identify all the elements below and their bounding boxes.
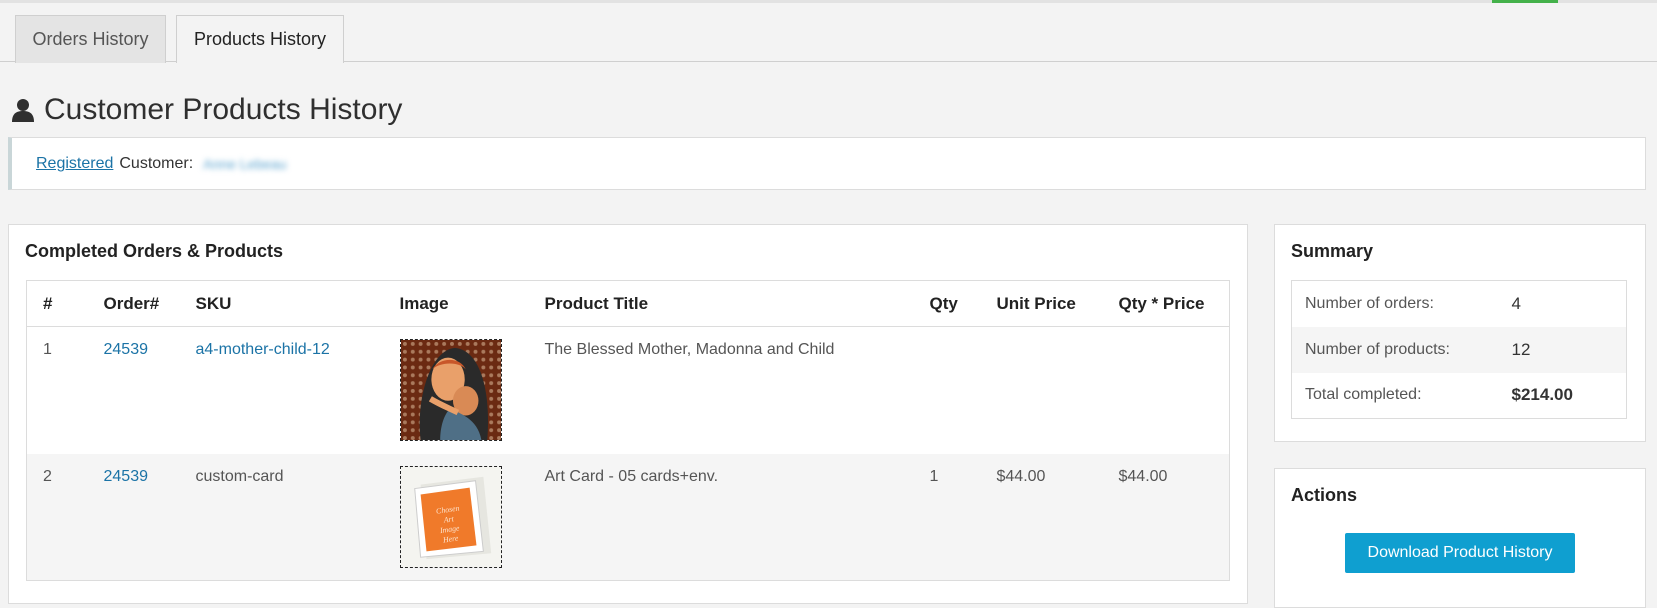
download-product-history-button[interactable]: Download Product History (1345, 533, 1575, 573)
summary-value: 12 (1501, 326, 1627, 373)
order-link[interactable]: 24539 (104, 341, 149, 358)
sku-text: custom-card (179, 453, 384, 581)
qty: 1 (913, 453, 981, 581)
customer-name-link[interactable]: Anne Lebeau (203, 156, 286, 172)
orders-table: # Order# SKU Image Product Title Qty Uni… (26, 280, 1230, 581)
product-title: Art Card - 05 cards+env. (528, 453, 914, 581)
actions-panel: Actions Download Product History (1274, 468, 1646, 608)
madonna-art-thumbnail[interactable] (399, 339, 502, 441)
user-icon (12, 99, 34, 122)
summary-value: 4 (1511, 293, 1521, 313)
panel-title: Summary (1291, 241, 1374, 261)
table-row: 1 24539 a4-mother-child-12 The Blessed M… (27, 327, 1230, 454)
tab-bar: Orders History Products History (0, 0, 1657, 63)
column-header: # (26, 280, 88, 327)
row-number: 1 (43, 341, 52, 358)
panel-title: Completed Orders & Products (25, 241, 284, 261)
sku-link[interactable]: a4-mother-child-12 (196, 341, 330, 358)
summary-row: Number of products: 12 (1291, 326, 1627, 373)
order-link[interactable]: 24539 (104, 468, 149, 485)
panel-title: Actions (1291, 485, 1358, 505)
table-row: 2 24539 custom-card Chosen Art Image Her… (26, 453, 1230, 581)
summary-table: Number of orders: 4 Number of products: … (1291, 280, 1627, 419)
qty (914, 327, 981, 454)
column-header: Order# (87, 280, 180, 327)
unit-price (981, 327, 1103, 454)
tab-products-history[interactable]: Products History (176, 15, 344, 63)
column-header: Image (383, 280, 529, 327)
line-total: $44.00 (1102, 453, 1230, 581)
summary-label: Number of orders: (1305, 294, 1434, 312)
art-card-thumbnail[interactable]: Chosen Art Image Here (399, 465, 502, 568)
svg-text:Art: Art (442, 514, 455, 525)
page-title: Customer Products History (12, 88, 402, 132)
line-total (1103, 327, 1230, 454)
tab-orders-history[interactable]: Orders History (15, 15, 166, 63)
customer-label: Customer: (119, 154, 194, 172)
column-header: Product Title (528, 280, 914, 327)
summary-row: Total completed: $214.00 (1292, 373, 1627, 419)
summary-label: Total completed: (1305, 386, 1422, 404)
column-header: Qty (913, 280, 981, 327)
summary-label: Number of products: (1291, 326, 1502, 373)
completed-orders-panel: Completed Orders & Products # Order# SKU… (8, 224, 1248, 604)
table-header-row: # Order# SKU Image Product Title Qty Uni… (26, 280, 1230, 327)
row-number: 2 (26, 453, 88, 581)
summary-panel: Summary Number of orders: 4 Number of pr… (1274, 224, 1646, 442)
unit-price: $44.00 (980, 453, 1103, 581)
summary-total-value: $214.00 (1511, 385, 1573, 405)
column-header: SKU (179, 280, 384, 327)
summary-row: Number of orders: 4 (1292, 281, 1627, 327)
registered-link[interactable]: Registered (36, 155, 113, 173)
product-title: The Blessed Mother, Madonna and Child (544, 341, 835, 358)
page-title-text: Customer Products History (44, 93, 403, 126)
column-header: Qty * Price (1102, 280, 1230, 327)
customer-notice: Registered Customer: Anne Lebeau (8, 137, 1646, 190)
column-header: Unit Price (980, 280, 1103, 327)
